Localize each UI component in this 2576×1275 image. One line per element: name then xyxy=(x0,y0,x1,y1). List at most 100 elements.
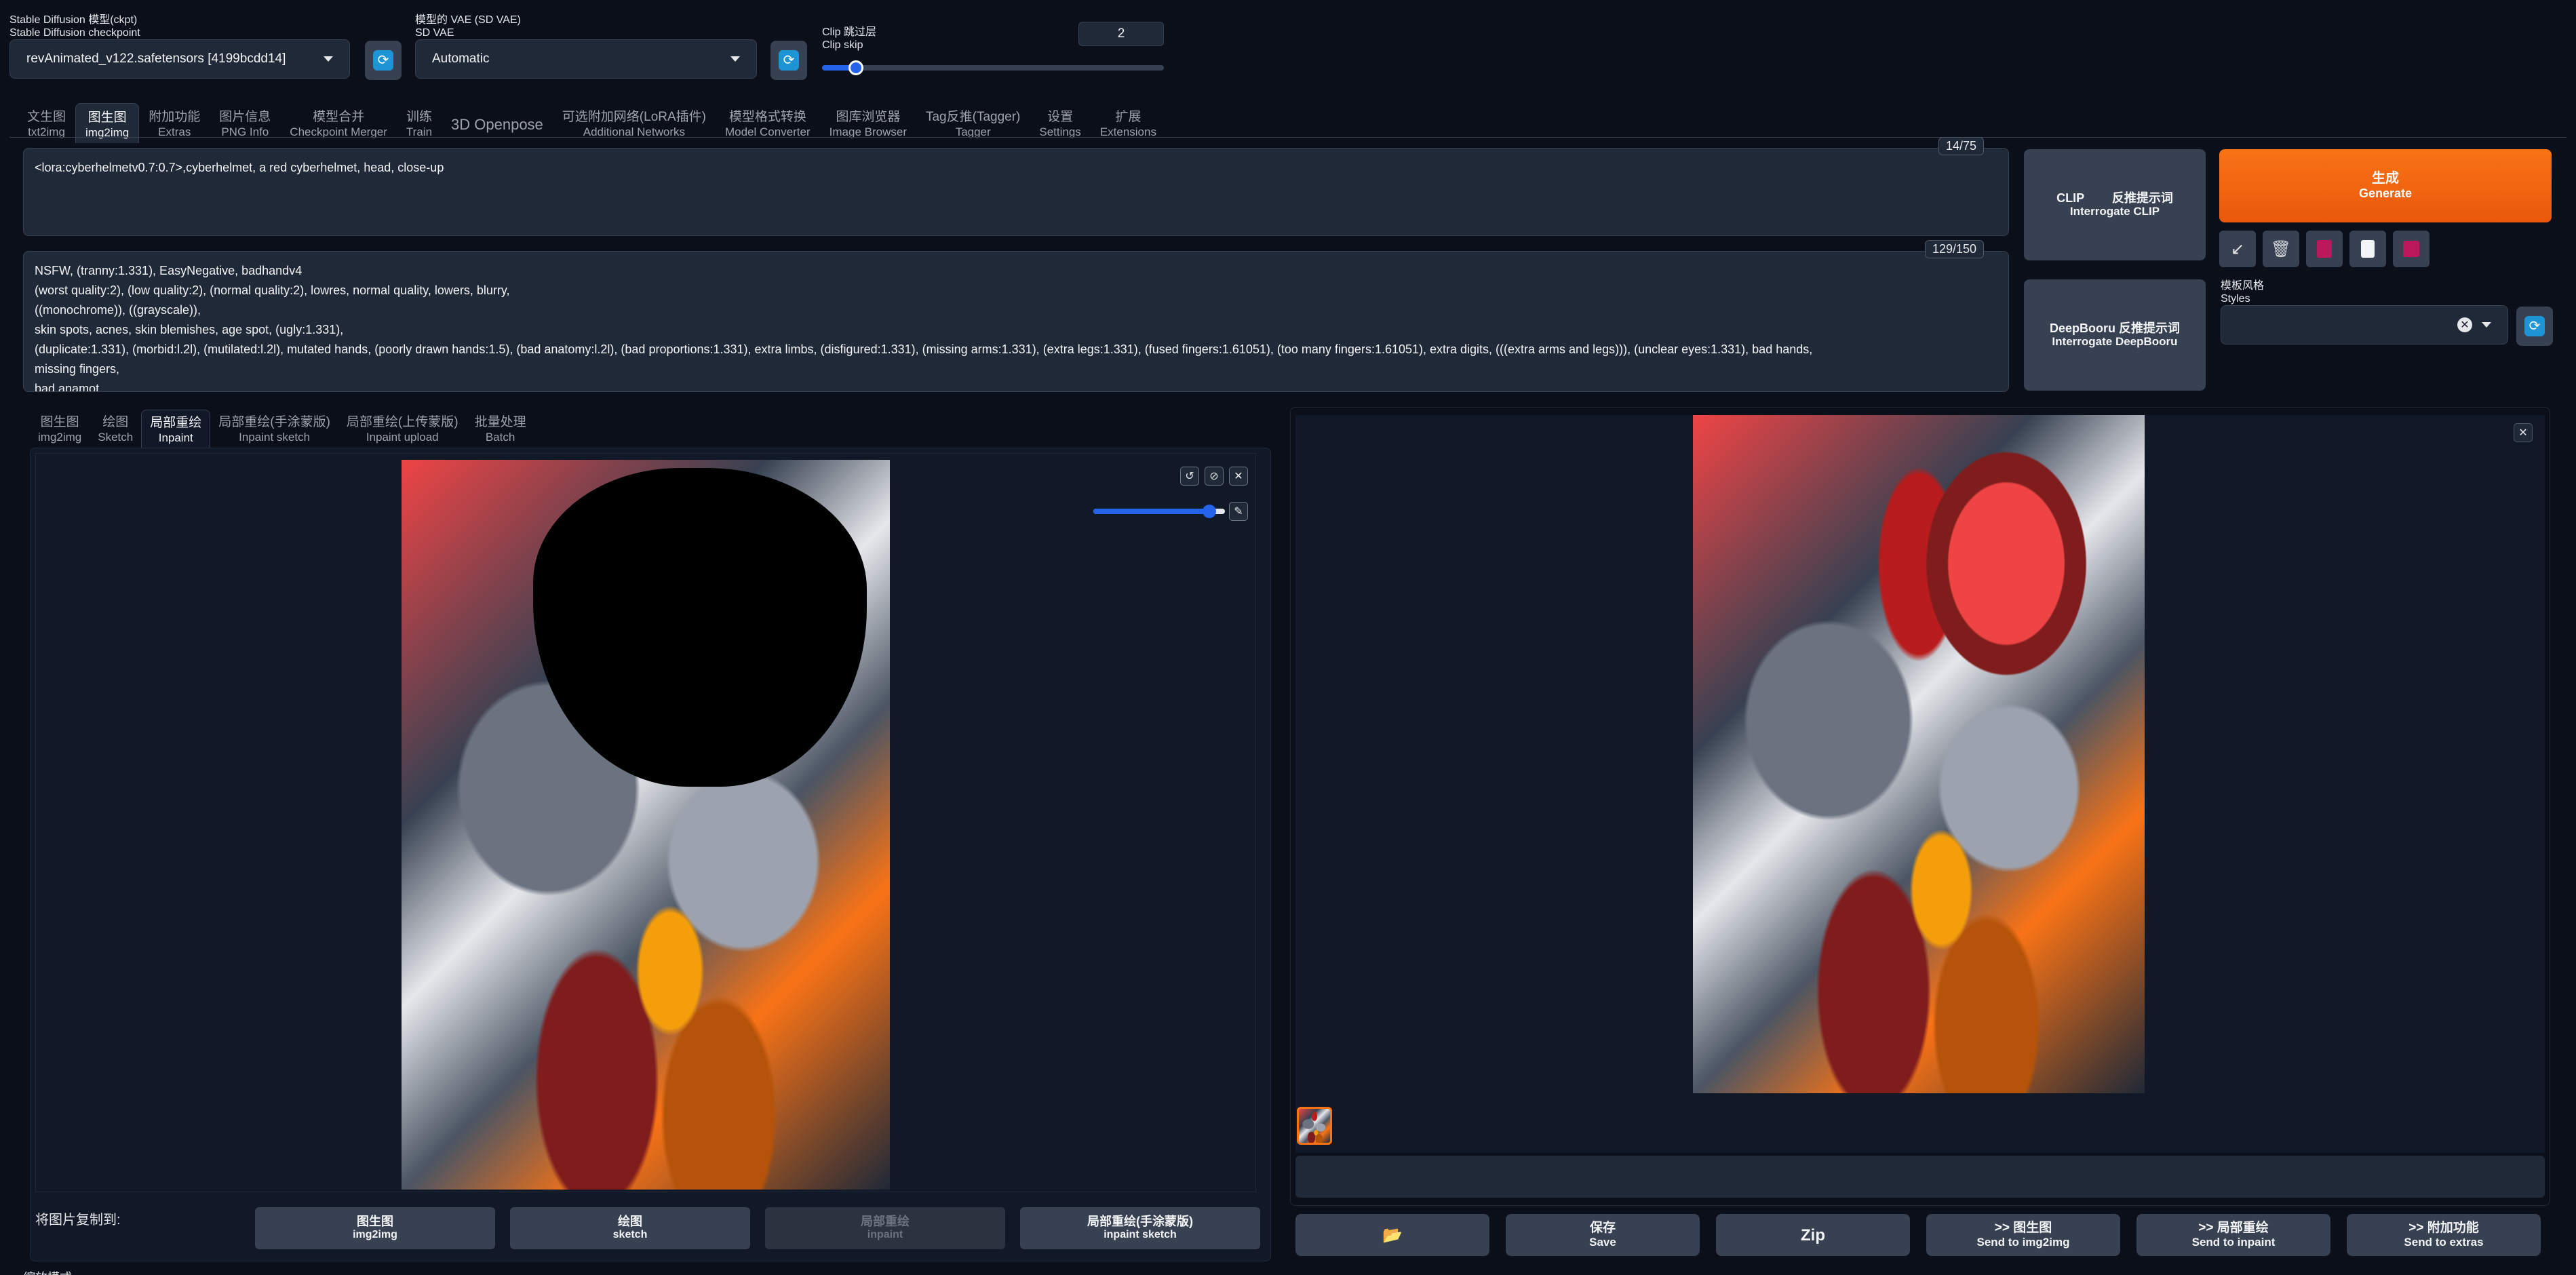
resize-mode-label: 缩放模式 xyxy=(23,1268,72,1275)
styles-dropdown[interactable]: ✕ xyxy=(2221,305,2508,345)
subtab-label: 绘图 xyxy=(102,415,129,429)
copy-button-label-en: img2img xyxy=(353,1229,397,1240)
tab-label: 扩展 xyxy=(1115,110,1141,124)
refresh-styles-button[interactable]: ⟳ xyxy=(2516,307,2553,346)
copy-to-inpaint-sketch-button[interactable]: 局部重绘(手涂蒙版) inpaint sketch xyxy=(1020,1207,1260,1249)
trash-icon: 🗑 xyxy=(2270,239,2292,258)
read-params-button[interactable]: ↙ xyxy=(2219,231,2256,267)
tab-label: 图生图 xyxy=(87,111,127,125)
output-action-0-button[interactable]: 📂 xyxy=(1295,1214,1489,1256)
interrogate-deepbooru-button[interactable]: DeepBooru 反推提示词 Interrogate DeepBooru xyxy=(2024,279,2206,391)
interrogate-clip-label: CLIP 反推提示词 xyxy=(2056,191,2173,205)
vae-label: 模型的 VAE (SD VAE) SD VAE xyxy=(415,14,521,39)
chevron-down-icon xyxy=(2482,322,2491,328)
copy-button-label: 局部重绘 xyxy=(861,1215,910,1228)
subtab-inpaint[interactable]: 局部重绘 Inpaint xyxy=(141,410,211,448)
copy-to-buttons: 图生图 img2img 绘图 sketch 局部重绘 inpaint 局部重绘(手涂蒙版) i… xyxy=(255,1207,1260,1249)
brush-icon: ✎ xyxy=(1234,506,1243,517)
slider-thumb[interactable] xyxy=(848,60,864,75)
close-gallery-button[interactable]: ✕ xyxy=(2514,423,2533,442)
clipboard-icon xyxy=(2361,240,2375,258)
output-action-5-button[interactable]: >> 附加功能 Send to extras xyxy=(2347,1214,2541,1256)
save-style-button[interactable] xyxy=(2393,231,2429,267)
copy-to-label: 将图片复制到: xyxy=(35,1213,121,1228)
negative-token-counter: 129/150 xyxy=(1925,240,1985,258)
subtab-label-en: Inpaint upload xyxy=(366,431,439,444)
subtab-label-en: Batch xyxy=(485,431,515,444)
vae-dropdown[interactable]: Automatic xyxy=(415,39,757,79)
subtab-sketch[interactable]: 绘图 Sketch xyxy=(90,410,141,448)
interrogate-clip-button[interactable]: CLIP 反推提示词 Interrogate CLIP xyxy=(2024,149,2206,260)
clear-icon[interactable]: ✕ xyxy=(2457,317,2472,332)
slider-thumb[interactable] xyxy=(1202,505,1216,518)
clear-prompt-button[interactable]: 🗑 xyxy=(2263,231,2299,267)
subtab-label: 局部重绘 xyxy=(150,416,202,430)
subtab-label: 图生图 xyxy=(40,415,79,429)
refresh-ckpt-button[interactable]: ⟳ xyxy=(365,41,402,80)
copy-button-label-en: inpaint sketch xyxy=(1104,1229,1177,1240)
tab-divider xyxy=(9,137,2567,138)
output-action-3-button[interactable]: >> 图生图 Send to img2img xyxy=(1926,1214,2120,1256)
refresh-icon: ⟳ xyxy=(779,50,799,71)
copy-button-label-en: sketch xyxy=(612,1229,648,1240)
ckpt-dropdown[interactable]: revAnimated_v122.safetensors [4199bcdd14… xyxy=(9,39,350,79)
close-canvas-button[interactable]: ✕ xyxy=(1229,467,1248,486)
subtab-label: 批量处理 xyxy=(474,415,526,429)
ckpt-value: revAnimated_v122.safetensors [4199bcdd14… xyxy=(26,52,286,66)
subtab-label-en: img2img xyxy=(38,431,82,444)
apply-style-button[interactable] xyxy=(2349,231,2386,267)
action-label: Zip xyxy=(1801,1225,1825,1244)
action-label: >> 图生图 xyxy=(1994,1221,2052,1235)
interrogate-deepbooru-label: DeepBooru 反推提示词 xyxy=(2049,321,2180,335)
floppy-icon xyxy=(2403,241,2419,257)
action-label-en: Send to inpaint xyxy=(2191,1236,2276,1249)
subtab-label-en: Inpaint sketch xyxy=(239,431,311,444)
subtab-inpaint-sketch[interactable]: 局部重绘(手涂蒙版) Inpaint sketch xyxy=(210,410,338,448)
negative-line: (worst quality:2), (low quality:2), (nor… xyxy=(35,283,510,297)
action-label: >> 局部重绘 xyxy=(2198,1221,2269,1235)
subtab-inpaint-upload[interactable]: 局部重绘(上传蒙版) Inpaint upload xyxy=(338,410,467,448)
copy-to-inpaint-button[interactable]: 局部重绘 inpaint xyxy=(765,1207,1005,1249)
negative-prompt-textarea[interactable]: NSFW, (tranny:1.331), EasyNegative, badh… xyxy=(23,251,2009,392)
brush-size-slider[interactable] xyxy=(1093,505,1225,518)
subtab-label-en: Sketch xyxy=(98,431,134,444)
tab-label-en: img2img xyxy=(85,126,130,139)
clip-skip-input[interactable]: 2 xyxy=(1078,22,1164,46)
refresh-icon: ⟳ xyxy=(373,50,393,71)
undo-button[interactable]: ↺ xyxy=(1180,467,1199,486)
generate-button[interactable]: 生成 Generate xyxy=(2219,149,2552,222)
clip-skip-label: Clip 跳过层 Clip skip xyxy=(822,26,877,51)
subtab-batch[interactable]: 批量处理 Batch xyxy=(467,410,534,448)
tab-label: 文生图 xyxy=(27,110,66,124)
interrogate-clip-label-en: Interrogate CLIP xyxy=(2069,205,2160,218)
tab-label: 设置 xyxy=(1047,110,1074,124)
output-action-1-button[interactable]: 保存 Save xyxy=(1506,1214,1700,1256)
subtab-label: 局部重绘(上传蒙版) xyxy=(346,415,458,429)
clip-skip-slider[interactable] xyxy=(822,60,1164,75)
prompt-token-counter: 14/75 xyxy=(1938,137,1985,155)
action-label-en: Send to img2img xyxy=(1976,1236,2070,1249)
tab-label: 可选附加网络(LoRA插件) xyxy=(562,110,706,124)
extra-networks-button[interactable] xyxy=(2306,231,2343,267)
erase-button[interactable]: ⊘ xyxy=(1205,467,1224,486)
negative-line: bad anamot xyxy=(35,382,100,392)
gallery-thumbnail[interactable] xyxy=(1297,1107,1332,1145)
refresh-vae-button[interactable]: ⟳ xyxy=(770,41,807,80)
prompt-textarea[interactable]: <lora:cyberhelmetv0.7:0.7>,cyberhelmet, … xyxy=(23,148,2009,236)
output-action-4-button[interactable]: >> 局部重绘 Send to inpaint xyxy=(2136,1214,2330,1256)
interrogate-deepbooru-label-en: Interrogate DeepBooru xyxy=(2052,335,2178,348)
tab-label: 附加功能 xyxy=(149,110,201,124)
copy-to-sketch-button[interactable]: 绘图 sketch xyxy=(510,1207,750,1249)
subtab-img2img[interactable]: 图生图 img2img xyxy=(30,410,90,448)
output-action-2-button[interactable]: Zip xyxy=(1716,1214,1910,1256)
undo-icon: ↺ xyxy=(1185,471,1194,482)
styles-label: 模板风格 Styles xyxy=(2221,280,2265,305)
copy-to-img2img-button[interactable]: 图生图 img2img xyxy=(255,1207,495,1249)
sub-tabs: 图生图 img2img 绘图 Sketch 局部重绘 Inpaint 局部重绘(手涂蒙版) I… xyxy=(30,410,534,448)
tab-label: 训练 xyxy=(406,110,432,124)
brush-button[interactable]: ✎ xyxy=(1229,502,1248,521)
action-label-en: Save xyxy=(1589,1236,1616,1249)
negative-line: (duplicate:1.331), (morbid:l.2l), (mutil… xyxy=(35,342,1813,356)
subtab-label: 局部重绘(手涂蒙版) xyxy=(218,415,330,429)
subtab-label-en: Inpaint xyxy=(158,431,193,444)
